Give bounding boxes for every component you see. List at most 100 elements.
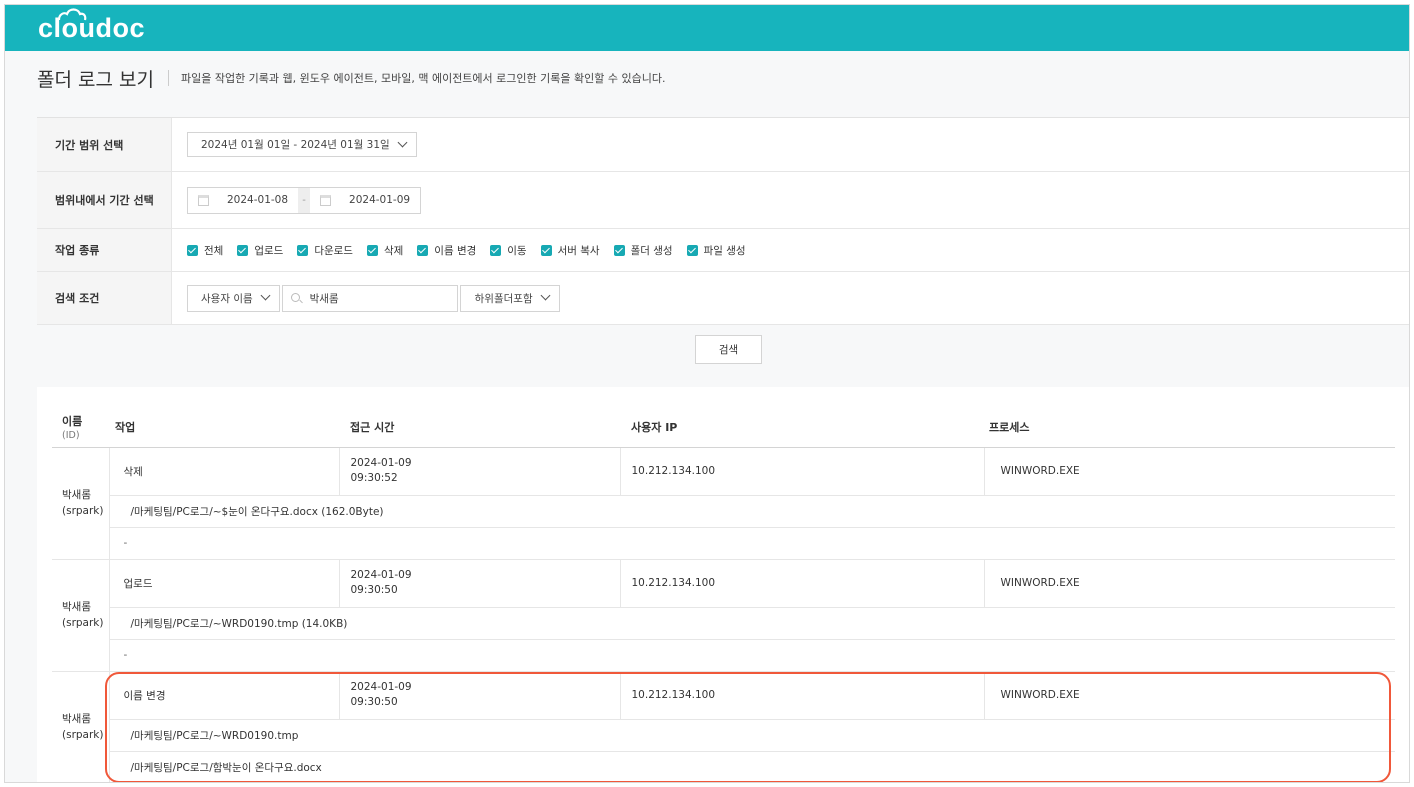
- type-checkbox-rename[interactable]: 이름 변경: [417, 243, 476, 258]
- col-name: 이름 (ID): [52, 407, 109, 448]
- checkbox-checked-icon[interactable]: [366, 244, 378, 256]
- search-input[interactable]: 박새롬: [281, 284, 458, 312]
- checkbox-label: 이동: [507, 244, 527, 257]
- user-id: (srpark): [62, 617, 104, 629]
- time-cell: 2024-01-09 09:30:50: [338, 559, 620, 608]
- action-cell: 이름 변경: [109, 671, 339, 720]
- type-checkbox-upload[interactable]: 업로드: [237, 243, 283, 258]
- title-divider: [167, 70, 169, 86]
- user-id: (srpark): [62, 505, 104, 517]
- search-button[interactable]: 검색: [695, 335, 762, 364]
- col-name-sublabel: (ID): [62, 429, 80, 441]
- checkbox-label: 다운로드: [314, 244, 353, 257]
- process-cell: WINWORD.EXE: [983, 671, 1395, 720]
- table-row[interactable]: 박새롬 (srpark) 이름 변경 2024-01-09 09:30:50 10.…: [52, 671, 1395, 782]
- user-cell: 박새롬 (srpark): [52, 559, 110, 672]
- time-cell: 2024-01-09 09:30:52: [338, 447, 620, 496]
- condition-field-select[interactable]: 사용자 이름: [187, 284, 280, 312]
- user-name: 박새롬: [62, 713, 91, 725]
- col-action: 작업: [109, 407, 339, 448]
- filter-panel: 기간 범위 선택 2024년 01월 01일 - 2024년 01월 31일 범…: [37, 117, 1409, 325]
- type-checkbox-file-create[interactable]: 파일 생성: [686, 243, 746, 258]
- top-bar: cloudoc: [5, 5, 1409, 51]
- type-checkbox-server-copy[interactable]: 서버 복사: [540, 243, 600, 258]
- period-value: 2024년 01월 01일 - 2024년 01월 31일: [201, 139, 390, 151]
- ip-cell: 10.212.134.100: [619, 671, 984, 720]
- date-to-value: 2024-01-09: [349, 194, 411, 206]
- checkbox-label: 폴더 생성: [630, 244, 673, 257]
- date-separator: -: [298, 187, 311, 213]
- ip-cell: 10.212.134.100: [619, 447, 984, 496]
- filter-row-type: 작업 종류 전체 업로드 다운로드 삭제 이름 변경 이동 서버 복사 폴더 생…: [37, 229, 1409, 272]
- type-label: 작업 종류: [37, 229, 172, 271]
- chevron-down-icon: [399, 141, 407, 149]
- scope-select[interactable]: 하위폴더포함: [459, 284, 560, 312]
- checkbox-checked-icon[interactable]: [187, 244, 198, 256]
- logo[interactable]: cloudoc: [38, 13, 145, 44]
- action-cell: 업로드: [109, 559, 339, 608]
- checkbox-checked-icon[interactable]: [686, 244, 698, 256]
- period-select[interactable]: 2024년 01월 01일 - 2024년 01월 31일: [187, 132, 417, 157]
- path-row: -: [52, 639, 1395, 672]
- access-time: 09:30:52: [350, 472, 398, 484]
- checkbox-checked-icon[interactable]: [540, 244, 552, 256]
- file-path: /마케팅팀/PC로그/~WRD0190.tmp (14.0KB): [109, 607, 1395, 640]
- action-cell: 삭제: [109, 447, 339, 496]
- page-description: 파일을 작업한 기록과 웹, 윈도우 에이전트, 모바일, 맥 에이전트에서 로…: [180, 72, 666, 85]
- type-checkbox-download[interactable]: 다운로드: [297, 243, 353, 258]
- checkbox-checked-icon[interactable]: [490, 244, 502, 256]
- path-row: /마케팅팀/PC로그/함박눈이 온다구요.docx: [52, 751, 1395, 782]
- type-checkbox-all[interactable]: 전체: [187, 243, 223, 258]
- checkbox-checked-icon[interactable]: [613, 244, 625, 256]
- table-row[interactable]: 박새롬 (srpark) 삭제 2024-01-09 09:30:52 10.212…: [52, 447, 1395, 560]
- user-name: 박새롬: [62, 489, 91, 501]
- file-path-old: /마케팅팀/PC로그/~WRD0190.tmp: [109, 719, 1395, 752]
- file-path: /마케팅팀/PC로그/~$눈이 온다구요.docx (162.0Byte): [109, 495, 1395, 528]
- filter-row-date: 범위내에서 기간 선택 2024-01-08 - 2024-01-09: [37, 172, 1409, 229]
- user-name: 박새롬: [62, 601, 91, 613]
- col-ip: 사용자 IP: [620, 407, 984, 448]
- condition-label: 검색 조건: [37, 272, 172, 324]
- table-row[interactable]: 박새롬 (srpark) 업로드 2024-01-09 09:30:50 10.21…: [52, 559, 1395, 672]
- date-to-field[interactable]: 2024-01-09: [310, 188, 420, 213]
- type-checkbox-folder-create[interactable]: 폴더 생성: [613, 243, 673, 258]
- app-window: cloudoc 폴더 로그 보기 파일을 작업한 기록과 웹, 윈도우 에이전트…: [4, 4, 1410, 783]
- scope-value: 하위폴더포함: [474, 292, 533, 305]
- time-cell: 2024-01-09 09:30:50: [338, 671, 620, 720]
- file-path-secondary: -: [109, 527, 1395, 560]
- checkbox-checked-icon[interactable]: [237, 244, 249, 256]
- path-row: /마케팅팀/PC로그/~WRD0190.tmp: [52, 719, 1395, 752]
- path-row: /마케팅팀/PC로그/~$눈이 온다구요.docx (162.0Byte): [52, 495, 1395, 528]
- col-name-label: 이름: [62, 414, 83, 428]
- type-checkbox-move[interactable]: 이동: [490, 243, 527, 258]
- date-label: 범위내에서 기간 선택: [37, 172, 172, 228]
- checkbox-label: 전체: [204, 244, 224, 257]
- type-checkbox-list: 전체 업로드 다운로드 삭제 이름 변경 이동 서버 복사 폴더 생성 파일 생…: [172, 229, 1409, 271]
- condition-field-value: 사용자 이름: [201, 292, 253, 305]
- checkbox-label: 이름 변경: [434, 244, 477, 257]
- access-date: 2024-01-09: [350, 569, 412, 581]
- search-value: 박새롬: [309, 292, 339, 305]
- checkbox-checked-icon[interactable]: [417, 244, 429, 256]
- checkbox-label: 삭제: [383, 244, 404, 257]
- checkbox-checked-icon[interactable]: [297, 244, 309, 256]
- checkbox-label: 파일 생성: [703, 244, 746, 257]
- file-path-new: /마케팅팀/PC로그/함박눈이 온다구요.docx: [109, 751, 1395, 782]
- date-from-field[interactable]: 2024-01-08: [188, 188, 298, 213]
- filter-row-period: 기간 범위 선택 2024년 01월 01일 - 2024년 01월 31일: [37, 118, 1409, 172]
- access-date: 2024-01-09: [350, 457, 412, 469]
- calendar-icon: [320, 194, 332, 206]
- chevron-down-icon: [262, 294, 270, 302]
- user-cell: 박새롬 (srpark): [52, 671, 110, 782]
- user-cell: 박새롬 (srpark): [52, 447, 110, 560]
- path-row: -: [52, 527, 1395, 560]
- process-cell: WINWORD.EXE: [983, 559, 1395, 608]
- type-checkbox-delete[interactable]: 삭제: [366, 243, 404, 258]
- date-from-value: 2024-01-08: [227, 194, 289, 206]
- ip-cell: 10.212.134.100: [619, 559, 984, 608]
- path-row: /마케팅팀/PC로그/~WRD0190.tmp (14.0KB): [52, 607, 1395, 640]
- process-cell: WINWORD.EXE: [983, 447, 1395, 496]
- file-path-secondary: -: [109, 639, 1395, 672]
- access-time: 09:30:50: [350, 696, 398, 708]
- access-time: 09:30:50: [350, 584, 398, 596]
